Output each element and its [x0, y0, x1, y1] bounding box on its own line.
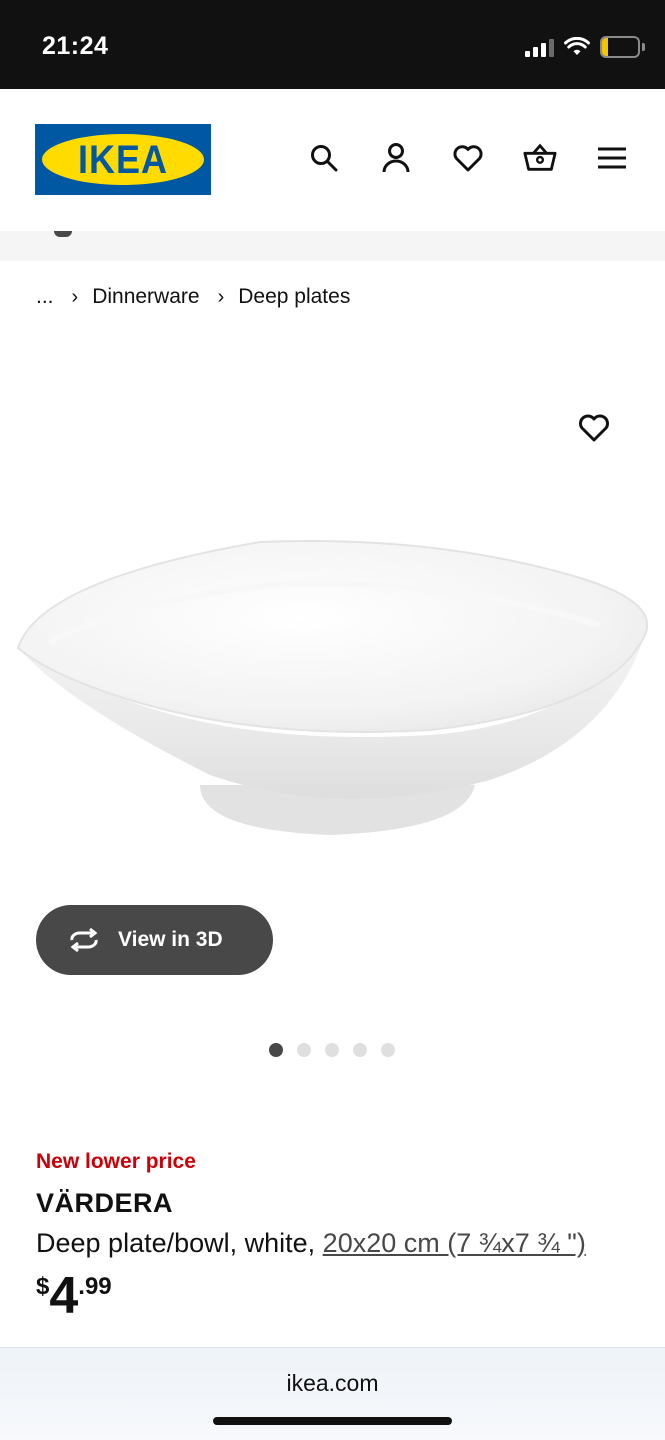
- product-info: New lower price VÄRDERA Deep plate/bowl,…: [36, 1150, 636, 1325]
- price-integer: 4: [49, 1267, 79, 1325]
- ikea-logo[interactable]: IKEA: [35, 124, 211, 195]
- chevron-right-icon: ›: [71, 285, 79, 308]
- breadcrumb: ... › Dinnerware › Deep plates: [36, 285, 350, 309]
- price-currency: $: [36, 1273, 50, 1300]
- status-time: 21:24: [42, 32, 109, 60]
- heart-icon: [579, 414, 609, 442]
- url-bar[interactable]: ikea.com: [0, 1370, 665, 1397]
- account-icon[interactable]: [379, 141, 413, 175]
- product-image-bowl[interactable]: [10, 530, 660, 850]
- battery-cap: [642, 43, 645, 51]
- breadcrumb-ellipsis[interactable]: ...: [36, 285, 54, 309]
- site-header: IKEA: [0, 89, 665, 231]
- product-description: Deep plate/bowl, white, 20x20 cm (7 ¾x7 …: [36, 1228, 636, 1259]
- view-in-3d-label: View in 3D: [118, 928, 223, 951]
- price-badge: New lower price: [36, 1150, 196, 1173]
- menu-icon[interactable]: [595, 141, 629, 175]
- carousel-dot[interactable]: [269, 1043, 283, 1057]
- product-media: View in 3D: [0, 330, 665, 1090]
- product-description-text: Deep plate/bowl, white,: [36, 1228, 323, 1258]
- home-indicator[interactable]: [213, 1417, 452, 1425]
- product-size-link[interactable]: 20x20 cm (7 ¾x7 ¾ "): [323, 1228, 586, 1258]
- carousel-dot[interactable]: [325, 1043, 339, 1057]
- status-icons: 18: [525, 36, 645, 58]
- carousel-dot[interactable]: [297, 1043, 311, 1057]
- add-to-favorites-button[interactable]: [574, 408, 614, 448]
- battery-percent: 18: [611, 38, 629, 56]
- product-price: $ 4 .99: [36, 1267, 636, 1325]
- wifi-icon: [564, 37, 590, 55]
- cart-icon[interactable]: [523, 141, 557, 175]
- logo-text: IKEA: [77, 136, 168, 182]
- favorites-icon[interactable]: [451, 141, 485, 175]
- price-decimal: .99: [78, 1273, 112, 1300]
- browser-bar: ikea.com: [0, 1347, 665, 1440]
- carousel-dot[interactable]: [381, 1043, 395, 1057]
- carousel-dot[interactable]: [353, 1043, 367, 1057]
- breadcrumb-item-dinnerware[interactable]: Dinnerware: [92, 285, 199, 309]
- cellular-signal-icon: [525, 37, 554, 57]
- carousel-dots: [269, 1043, 395, 1057]
- breadcrumb-item-deep-plates[interactable]: Deep plates: [238, 285, 350, 309]
- logo-oval: IKEA: [42, 134, 204, 185]
- header-actions: [307, 141, 629, 175]
- view-in-3d-button[interactable]: View in 3D: [36, 905, 273, 975]
- rotate-3d-icon: [70, 927, 98, 953]
- status-bar: 21:24 18: [0, 0, 665, 89]
- chevron-right-icon: ›: [217, 285, 225, 308]
- promo-strip: [0, 231, 665, 261]
- search-icon[interactable]: [307, 141, 341, 175]
- product-name: VÄRDERA: [36, 1188, 174, 1218]
- battery-icon: 18: [600, 36, 640, 58]
- promo-indicator: [54, 231, 72, 237]
- battery-level: [602, 38, 609, 56]
